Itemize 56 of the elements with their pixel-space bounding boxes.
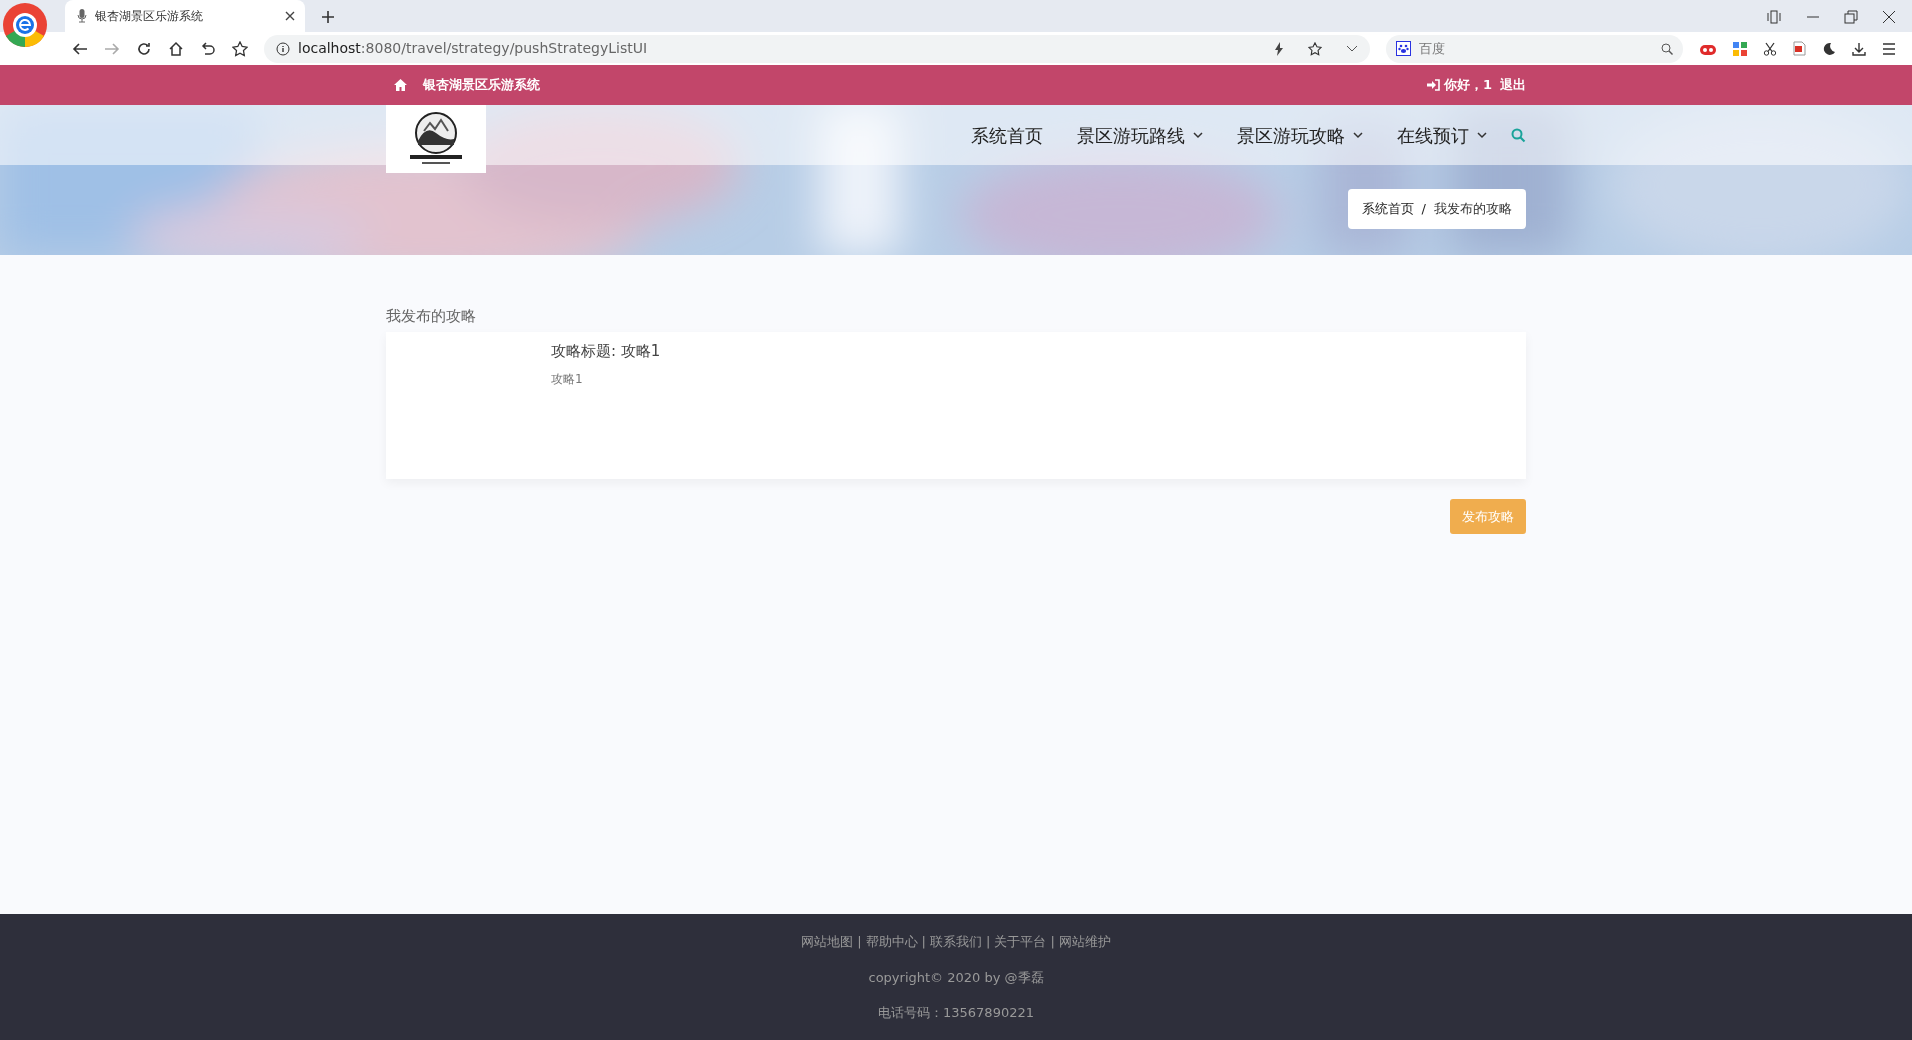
pin-window-icon[interactable] [1766,10,1782,24]
chevron-down-icon[interactable] [1346,44,1359,53]
close-icon[interactable] [285,11,295,21]
breadcrumb-separator: / [1421,200,1426,218]
home-icon[interactable] [168,40,184,57]
link-separator: | [1050,933,1055,951]
link-separator: | [921,933,926,951]
search-field[interactable]: 百度 [1386,34,1683,63]
star-icon[interactable] [1308,41,1323,56]
undo-icon[interactable] [200,40,216,57]
back-icon[interactable] [72,40,88,57]
phone-text: 电话号码：13567890221 [877,1004,1035,1022]
nav-link[interactable]: 在线预订 [1397,121,1487,149]
info-icon [276,41,290,56]
footer-link[interactable]: 网站维护 [1058,932,1111,952]
close-icon[interactable] [1882,10,1896,24]
link-separator: | [986,933,991,951]
footer-link[interactable]: 帮助中心 [865,932,918,952]
strategy-summary: 攻略1 [551,371,584,388]
lightning-icon[interactable] [1274,41,1285,56]
footer-link[interactable]: 联系我们 [930,932,982,952]
address-bar[interactable]: localhost:8080/travel/strategy/pushStrategyListUI [264,34,1371,63]
sign-in-icon [1426,79,1440,91]
breadcrumb-current: 我发布的攻略 [1434,200,1512,218]
home-icon [394,79,407,91]
menu-icon[interactable] [1882,42,1896,55]
nav-link[interactable]: 景区游玩路线 [1077,121,1203,149]
pdf-icon[interactable] [1793,41,1806,56]
reload-icon[interactable] [136,40,152,57]
strategy-card[interactable]: 攻略标题: 攻略1 攻略1 [386,331,1526,479]
restore-icon[interactable] [1844,10,1858,24]
link-separator: | [857,933,862,951]
logout-link[interactable]: 退出 [1500,75,1526,95]
new-tab-icon[interactable] [321,10,335,24]
section-title: 我发布的攻略 [386,306,477,327]
url-text: localhost:8080/travel/strategy/pushStrategyListUI [298,39,648,58]
microphone-icon [77,9,87,23]
footer-link[interactable]: 网站地图 [801,932,854,952]
greeting-text: 你好，1 [1443,76,1492,95]
browser-tab[interactable]: 银杏湖景区乐游系统 [65,0,305,32]
copyright-text: copyright© 2020 by @季磊 [867,968,1045,987]
tab-title: 银杏湖景区乐游系统 [95,8,204,25]
nav-link[interactable]: 景区游玩攻略 [1237,121,1363,149]
search-placeholder: 百度 [1419,39,1447,58]
footer-link[interactable]: 关于平台 [994,932,1047,952]
moon-icon[interactable] [1822,41,1836,56]
strategy-title: 攻略标题: 攻略1 [551,340,662,362]
nav-link[interactable]: 系统首页 [971,121,1043,149]
scissors-icon[interactable] [1763,41,1777,56]
paw-icon [1396,41,1412,56]
apps-grid-icon[interactable] [1733,41,1747,56]
download-icon[interactable] [1852,41,1866,56]
site-name-link[interactable]: 银杏湖景区乐游系统 [423,75,540,95]
breadcrumb-link[interactable]: 系统首页 [1361,199,1414,219]
search-icon[interactable] [1661,42,1673,55]
star-icon[interactable] [232,40,248,57]
